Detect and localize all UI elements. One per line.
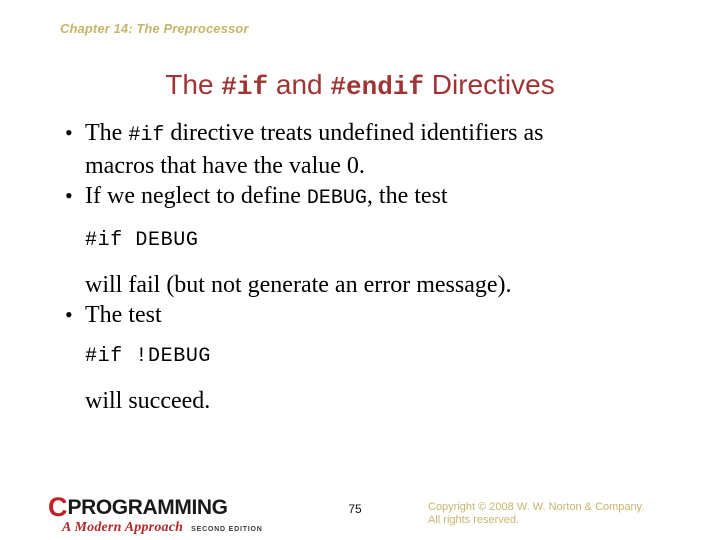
logo-edition-label: SECOND EDITION <box>191 526 263 533</box>
bullet-marker: • <box>65 120 73 145</box>
slide-title: The #if and #endif Directives <box>0 68 720 104</box>
text-after-code-2: will succeed. <box>85 388 211 414</box>
logo-subtitle-row: A Modern Approach SECOND EDITION <box>62 520 298 536</box>
slide-footer: C PROGRAMMING A Modern Approach SECOND E… <box>0 492 720 540</box>
slide-title-part1: The <box>165 69 222 100</box>
logo-word-programming: PROGRAMMING <box>67 496 228 519</box>
text-after-code-1: will fail (but not generate an error mes… <box>85 272 512 298</box>
slide-title-code-if: #if <box>221 72 269 102</box>
bullet-1-line1: The #if directive treats undefined ident… <box>85 120 544 147</box>
bullet-2-text-pre: If we neglect to define <box>85 183 307 209</box>
copyright-line-2: All rights reserved. <box>428 514 520 526</box>
inline-code-if: #if <box>128 124 165 147</box>
copyright-notice: Copyright © 2008 W. W. Norton & Company.… <box>428 501 708 527</box>
page-number: 75 <box>348 502 362 516</box>
bullet-2-text-post: , the test <box>366 183 448 209</box>
logo-subtitle: A Modern Approach <box>62 520 184 535</box>
slide-title-part3: Directives <box>424 69 555 100</box>
bullet-2-text: If we neglect to define DEBUG, the test <box>85 183 448 210</box>
slide-title-code-endif: #endif <box>330 72 425 102</box>
bullet-item-2: • If we neglect to define DEBUG, the tes… <box>46 181 686 214</box>
bullet-marker: • <box>65 302 73 327</box>
bullet-1-text-post: directive treats undefined identifiers a… <box>164 120 544 146</box>
bullet-item-3: • The test <box>46 300 686 330</box>
inline-code-debug: DEBUG <box>306 187 367 210</box>
bullet-marker: • <box>65 183 73 208</box>
logo-wordmark: C PROGRAMMING <box>48 492 298 522</box>
chapter-header: Chapter 14: The Preprocessor <box>60 21 249 36</box>
logo-letter-c-icon: C <box>48 492 67 522</box>
slide-body: • The #if directive treats undefined ide… <box>46 118 686 416</box>
bullet-1-text-pre: The <box>85 120 129 146</box>
code-block-if-not-debug: #if !DEBUG <box>85 345 212 368</box>
copyright-line-1: Copyright © 2008 W. W. Norton & Company. <box>428 501 645 513</box>
bullet-1-line2: macros that have the value 0. <box>85 153 365 179</box>
code-block-if-debug: #if DEBUG <box>85 229 199 252</box>
bullet-3-text: The test <box>85 302 162 328</box>
book-logo: C PROGRAMMING A Modern Approach SECOND E… <box>48 492 298 536</box>
slide-canvas: Chapter 14: The Preprocessor The #if and… <box>0 0 720 540</box>
slide-title-part2: and <box>268 69 331 100</box>
bullet-item-1: • The #if directive treats undefined ide… <box>46 118 686 151</box>
